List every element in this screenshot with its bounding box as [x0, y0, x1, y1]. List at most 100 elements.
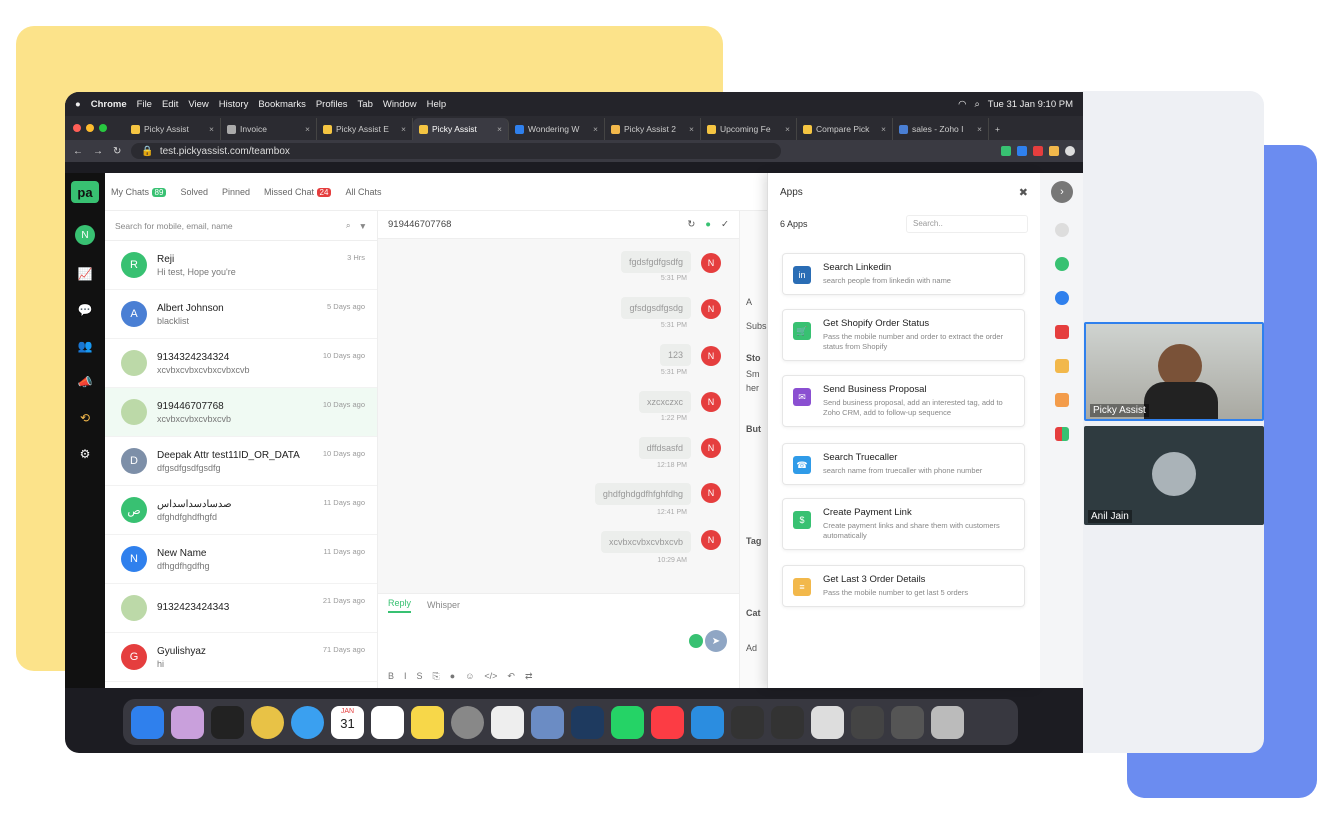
chat-row[interactable]: 9132423424343 21 Days ago — [105, 584, 377, 633]
calendar-icon[interactable]: JAN 31 — [331, 705, 364, 739]
preview-icon[interactable] — [531, 705, 564, 739]
chat-row[interactable]: 9134324234324 xcvbxcvbxcvbxcvbxcvb 10 Days… — [105, 339, 377, 388]
whatsapp-icon[interactable]: ● — [705, 219, 711, 230]
image-icon[interactable] — [1055, 393, 1069, 407]
close-tab-icon[interactable]: × — [593, 124, 598, 134]
apps-grid-icon[interactable] — [1055, 427, 1069, 441]
reload-icon[interactable]: ↻ — [113, 146, 121, 157]
strike-icon[interactable]: S — [417, 671, 423, 682]
shuffle-icon[interactable]: ⇄ — [525, 671, 533, 682]
browser-tab[interactable]: Picky Assist E × — [317, 118, 413, 140]
browser-tab-active[interactable]: Picky Assist × — [413, 118, 509, 140]
reminders-icon[interactable] — [371, 705, 404, 739]
app-card[interactable]: in Search Linkedin search people from link… — [782, 253, 1025, 295]
menu-bookmarks[interactable]: Bookmarks — [258, 99, 306, 110]
finder-icon[interactable] — [131, 705, 164, 739]
filter-icon[interactable]: ▼ — [359, 221, 367, 231]
search-icon[interactable]: ⌕ — [346, 220, 351, 231]
minimize-window-button[interactable] — [86, 124, 94, 132]
chevron-right-icon[interactable]: › — [1051, 181, 1073, 203]
chat-row[interactable]: G Gyulishyaz hi 71 Days ago — [105, 633, 377, 682]
chat-row[interactable]: D Deepak Attr test11ID_OR_DATA dfgsdfgsdfg… — [105, 437, 377, 486]
menu-view[interactable]: View — [188, 99, 208, 110]
search-input[interactable]: Search for mobile, email, name — [115, 221, 338, 231]
browser-tab[interactable]: Compare Pick × — [797, 118, 893, 140]
menu-file[interactable]: File — [137, 99, 152, 110]
window-thumbnail[interactable] — [891, 705, 924, 739]
code-icon[interactable]: </> — [484, 671, 497, 682]
whatsapp-icon[interactable] — [611, 705, 644, 739]
wifi-icon[interactable]: ◠ — [958, 99, 966, 110]
chat-row[interactable]: N New Name dfhgdfhgdfhg 11 Days ago — [105, 535, 377, 584]
app-card[interactable]: ✉ Send Business Proposal Send business pro… — [782, 375, 1025, 427]
chat-row[interactable]: A Albert Johnson blacklist 5 Days ago — [105, 290, 377, 339]
analytics-icon[interactable]: 📈 — [78, 267, 93, 281]
close-window-button[interactable] — [73, 124, 81, 132]
menu-tab[interactable]: Tab — [358, 99, 373, 110]
whisper-tab[interactable]: Whisper — [427, 600, 460, 610]
extension-icon[interactable] — [1049, 146, 1059, 156]
chat-row[interactable]: R Reji Hi test, Hope you're 3 Hrs — [105, 241, 377, 290]
browser-tab[interactable]: sales - Zoho I × — [893, 118, 989, 140]
system-settings-icon[interactable] — [451, 705, 484, 739]
close-tab-icon[interactable]: × — [497, 124, 502, 134]
notes-icon[interactable] — [411, 705, 444, 739]
mail-icon[interactable] — [1055, 325, 1069, 339]
browser-tab[interactable]: Invoice × — [221, 118, 317, 140]
browser-tab[interactable]: Upcoming Fe × — [701, 118, 797, 140]
emoji-icon[interactable]: ☺ — [465, 671, 474, 682]
music-icon[interactable] — [651, 705, 684, 739]
window-thumbnail[interactable] — [771, 705, 804, 739]
app-card[interactable]: ≡ Get Last 3 Order Details Pass the mobile… — [782, 565, 1025, 607]
settings-icon[interactable]: ⚙ — [80, 447, 91, 461]
italic-icon[interactable]: I — [404, 671, 407, 682]
close-tab-icon[interactable]: × — [881, 124, 886, 134]
menu-profiles[interactable]: Profiles — [316, 99, 348, 110]
new-tab-button[interactable]: + — [989, 118, 1013, 140]
app-card[interactable]: $ Create Payment Link Create payment links… — [782, 498, 1025, 550]
close-tab-icon[interactable]: × — [401, 124, 406, 134]
screen-share-icon[interactable] — [691, 705, 724, 739]
search-icon[interactable]: ⌕ — [974, 99, 979, 110]
zoom-window-button[interactable] — [99, 124, 107, 132]
menu-window[interactable]: Window — [383, 99, 417, 110]
close-icon[interactable]: ✖ — [1019, 186, 1028, 199]
history-icon[interactable]: ⟲ — [80, 411, 90, 425]
filter-all-chats[interactable]: All Chats — [345, 187, 381, 197]
profile-avatar[interactable] — [1065, 146, 1075, 156]
close-tab-icon[interactable]: × — [977, 124, 982, 134]
extension-icon[interactable] — [1033, 146, 1043, 156]
brand-logo[interactable]: pa — [71, 181, 99, 203]
document-icon[interactable] — [1055, 359, 1069, 373]
chat-icon[interactable]: 💬 — [78, 303, 93, 317]
menu-edit[interactable]: Edit — [162, 99, 178, 110]
attach-icon[interactable]: ⎘ — [433, 671, 440, 682]
menubar-clock[interactable]: Tue 31 Jan 9:10 PM — [988, 99, 1073, 110]
close-tab-icon[interactable]: × — [689, 124, 694, 134]
chat-row[interactable]: ص صدسادسداسداس dfghdfghdfhgfd 11 Days ago — [105, 486, 377, 535]
search-icon[interactable] — [1055, 223, 1069, 237]
window-thumbnail[interactable] — [811, 705, 844, 739]
user-avatar[interactable]: N — [75, 225, 95, 245]
apps-search-input[interactable]: Search.. — [906, 215, 1028, 233]
app-card[interactable]: 🛒 Get Shopify Order Status Pass the mobile… — [782, 309, 1025, 361]
window-thumbnail[interactable] — [851, 705, 884, 739]
address-bar[interactable]: 🔒 test.pickyassist.com/teambox — [131, 143, 782, 159]
browser-tab[interactable]: Picky Assist × — [125, 118, 221, 140]
textedit-icon[interactable] — [491, 705, 524, 739]
trash-icon[interactable] — [931, 705, 964, 739]
window-thumbnail[interactable] — [731, 705, 764, 739]
help-icon[interactable] — [1055, 257, 1069, 271]
reply-tab[interactable]: Reply — [388, 598, 412, 613]
close-tab-icon[interactable]: × — [305, 124, 310, 134]
close-tab-icon[interactable]: × — [785, 124, 790, 134]
back-icon[interactable]: ← — [73, 146, 83, 157]
contacts-icon[interactable]: 👥 — [78, 339, 93, 353]
app-card[interactable]: ☎ Search Truecaller search name from truec… — [782, 443, 1025, 485]
apple-icon[interactable]: ● — [75, 99, 81, 110]
filter-missed[interactable]: Missed Chat 24 — [264, 187, 332, 197]
refresh-icon[interactable]: ↻ — [687, 219, 695, 230]
filter-pinned[interactable]: Pinned — [222, 187, 250, 197]
reply-all-icon[interactable]: ↶ — [507, 671, 515, 682]
chat-row-selected[interactable]: 919446707768 xcvbxcvbxcvbxcvb 10 Days ago — [105, 388, 377, 437]
